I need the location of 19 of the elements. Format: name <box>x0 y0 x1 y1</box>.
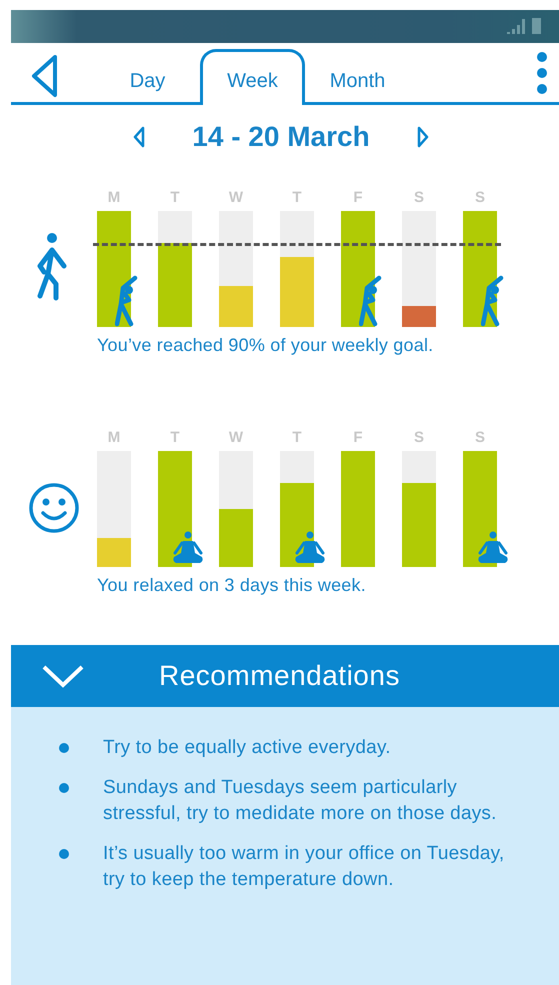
summary-text: You relaxed on 3 days this week. <box>97 575 367 596</box>
recommendation-text: Try to be equally active everyday. <box>103 736 391 760</box>
bullet-icon <box>59 783 69 793</box>
period-tab[interactable]: Day <box>95 49 200 105</box>
previous-icon[interactable] <box>132 125 146 149</box>
week-range-title: 14 - 20 March <box>192 121 370 153</box>
bullet-icon <box>59 849 69 859</box>
summary-text: You’ve reached 90% of your weekly goal. <box>97 335 434 356</box>
recommendations-header[interactable]: Recommendations <box>11 645 559 707</box>
smiley-icon <box>28 482 80 534</box>
recommendation-text: Sundays and Tuesdays seem particularly stressful, try to medidate more on those days. <box>103 776 498 826</box>
period-tab[interactable]: Week <box>200 49 305 105</box>
next-icon[interactable] <box>416 125 430 149</box>
chevron-down-icon[interactable] <box>41 664 85 688</box>
bullet-icon <box>59 743 69 753</box>
period-tab[interactable]: Month <box>305 49 410 105</box>
recommendation-text: It’s usually too warm in your office on Tuesday, try to keep the temperature down. <box>103 842 506 892</box>
more-options-icon[interactable] <box>535 51 549 95</box>
recommendations-title: Recommendations <box>159 660 400 692</box>
